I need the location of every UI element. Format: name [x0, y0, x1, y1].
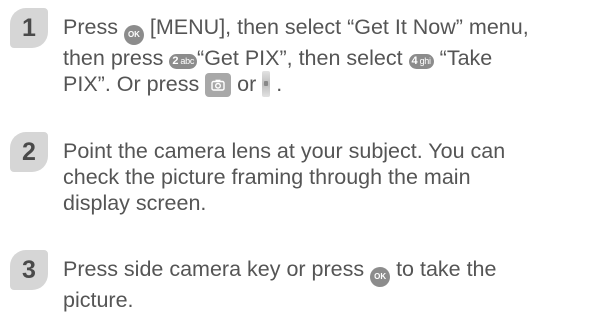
key-2-abc-icon: 2 abc	[169, 54, 198, 69]
step-3-line-1: Press side camera key or press OK to tak…	[63, 256, 603, 287]
step-3-text: Press side camera key or press OK to tak…	[63, 256, 603, 313]
step-1-text-part: .	[270, 72, 283, 96]
step-1-text-part: PIX”. Or press	[63, 72, 206, 96]
key-2-letters: abc	[180, 56, 195, 66]
camera-key-icon	[205, 73, 232, 97]
step-3-text-part: to take the	[390, 257, 497, 281]
step-1-text: Press OK [MENU], then select “Get It Now…	[63, 14, 603, 97]
step-1-line-3: PIX”. Or press or .	[63, 71, 603, 97]
key-4-ghi-icon: 4 ghi	[408, 54, 434, 69]
step-1-line-1: Press OK [MENU], then select “Get It Now…	[63, 14, 603, 45]
ok-key-icon: OK	[370, 267, 391, 287]
ok-key-icon: OK	[123, 25, 144, 45]
step-2-text: Point the camera lens at your subject. Y…	[63, 138, 603, 216]
step-3-text-part: Press side camera key or press	[63, 257, 371, 281]
step-2-line-2: check the picture framing through the ma…	[63, 165, 471, 189]
step-1-text-part: [MENU], then select “Get It Now” menu,	[143, 15, 529, 39]
step-3-line-2: picture.	[63, 288, 134, 312]
step-number-1: 1	[10, 8, 48, 48]
step-1-text-part: Press	[63, 15, 124, 39]
step-1-text-part: or	[231, 72, 263, 96]
key-4-letters: ghi	[419, 56, 431, 66]
step-1-line-2: then press 2 abc “Get PIX”, then select 4…	[63, 45, 603, 71]
key-2-number: 2	[172, 55, 179, 67]
key-4-number: 4	[411, 55, 418, 67]
step-2-line-1: Point the camera lens at your subject. Y…	[63, 139, 506, 163]
step-number-2: 2	[10, 132, 48, 172]
step-1-text-part: “Get PIX”, then select	[197, 46, 409, 70]
step-1-text-part: then press	[63, 46, 170, 70]
step-number-3: 3	[10, 250, 48, 290]
step-1-text-part: “Take	[433, 46, 493, 70]
side-camera-key-icon	[262, 71, 271, 97]
step-2-line-3: display screen.	[63, 191, 207, 215]
